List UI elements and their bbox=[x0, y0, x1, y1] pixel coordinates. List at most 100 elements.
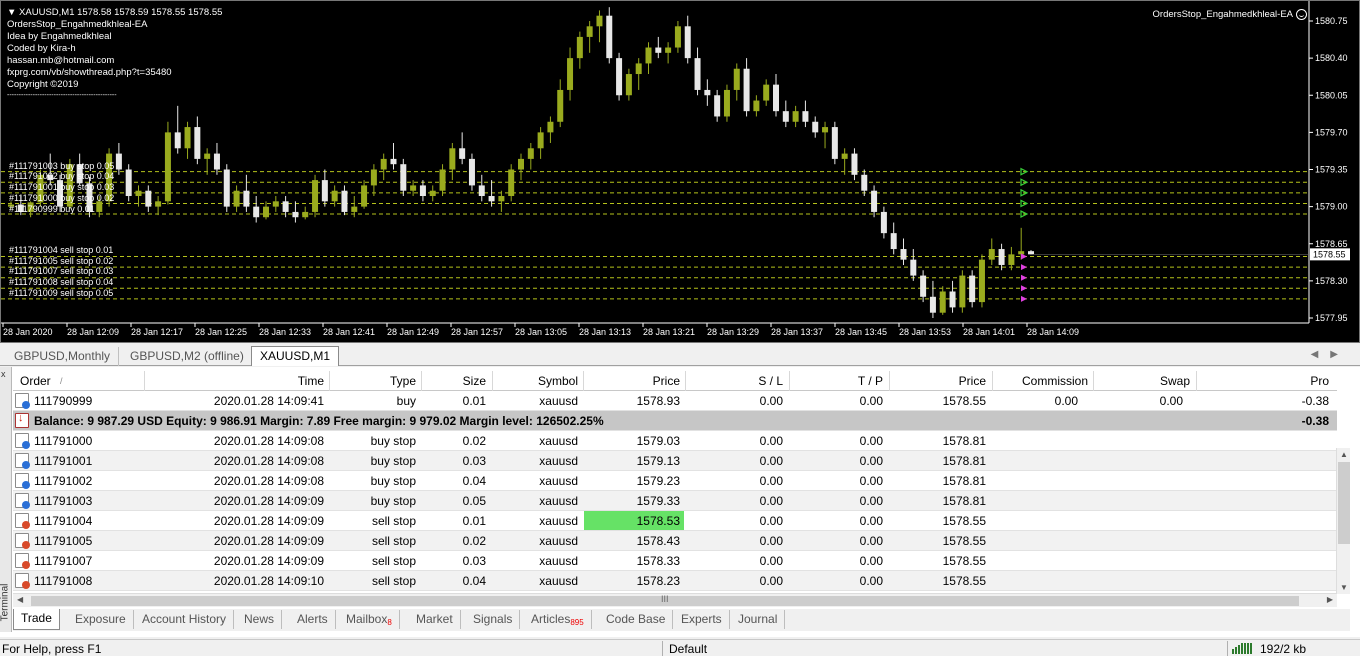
cell-symbol: xauusd bbox=[539, 434, 578, 448]
price-tick-label: 1579.70 bbox=[1315, 127, 1348, 137]
col-time[interactable]: Time bbox=[229, 374, 324, 388]
cell-order: 111791001 bbox=[34, 454, 93, 468]
col-price[interactable]: Price bbox=[593, 374, 680, 388]
cell-time: 2020.01.28 14:09:09 bbox=[213, 534, 324, 548]
tab-mailbox[interactable]: Mailbox8 bbox=[339, 610, 400, 629]
tab-journal[interactable]: Journal bbox=[731, 610, 786, 629]
candle-body bbox=[684, 26, 691, 59]
table-row[interactable]: 111791005 2020.01.28 14:09:09 sell stop 0.0… bbox=[13, 531, 1337, 551]
cell-take-profit: 0.00 bbox=[859, 394, 883, 408]
candle-body bbox=[478, 185, 485, 197]
candle-body bbox=[773, 84, 779, 112]
col-take-profit[interactable]: T / P bbox=[803, 374, 883, 388]
scroll-left-icon[interactable]: ◀ bbox=[17, 595, 23, 604]
candle-body bbox=[988, 249, 995, 260]
tab-trade[interactable]: Trade bbox=[13, 609, 60, 630]
cell-stop-loss: 0.00 bbox=[759, 514, 783, 528]
col-type[interactable]: Type bbox=[343, 374, 416, 388]
cell-size: 0.02 bbox=[462, 434, 486, 448]
tab-scroll-left-icon[interactable]: ◀ bbox=[1311, 349, 1331, 360]
close-icon[interactable]: x bbox=[1, 369, 6, 379]
cell-symbol: xauusd bbox=[539, 574, 578, 588]
tab-market[interactable]: Market bbox=[409, 610, 461, 629]
table-row[interactable]: 111791008 2020.01.28 14:09:10 sell stop 0.0… bbox=[13, 571, 1337, 591]
buy-stop-label: #111791003 buy stop 0.05 bbox=[9, 161, 115, 171]
candle-body bbox=[802, 111, 809, 122]
col-size[interactable]: Size bbox=[433, 374, 486, 388]
candle-body bbox=[400, 164, 407, 191]
cell-symbol: xauusd bbox=[539, 534, 578, 548]
candle-body bbox=[792, 111, 799, 122]
sell-stop-label: #111791005 sell stop 0.02 bbox=[9, 256, 114, 266]
col-symbol[interactable]: Symbol bbox=[503, 374, 578, 388]
table-row[interactable]: 111791002 2020.01.28 14:09:08 buy stop 0.04… bbox=[13, 471, 1337, 491]
expert-advisor-indicator[interactable]: OrdersStop_Engahmedkhleal-EA bbox=[1153, 9, 1307, 20]
chart-tab-xauusd-m1[interactable]: XAUUSD,M1 bbox=[251, 346, 340, 366]
tab-exposure[interactable]: Exposure bbox=[68, 610, 134, 629]
scroll-down-icon[interactable]: ▼ bbox=[1340, 583, 1348, 592]
tab-account-history[interactable]: Account History bbox=[135, 610, 235, 629]
col-swap[interactable]: Swap bbox=[1103, 374, 1190, 388]
tab-code-base[interactable]: Code Base bbox=[599, 610, 674, 629]
col-current-price[interactable]: Price bbox=[903, 374, 986, 388]
cell-order: 111791008 bbox=[34, 574, 93, 588]
col-profit[interactable]: Pro bbox=[1293, 374, 1329, 388]
cell-size: 0.01 bbox=[462, 514, 486, 528]
candle-body bbox=[115, 153, 122, 170]
status-profile[interactable]: Default bbox=[669, 642, 707, 656]
tab-scroll-arrows[interactable]: ◀▶ bbox=[1311, 349, 1350, 360]
table-row[interactable]: 111791001 2020.01.28 14:09:08 buy stop 0.03… bbox=[13, 451, 1337, 471]
candle-body bbox=[361, 185, 368, 207]
cell-price: 1578.43 bbox=[636, 534, 680, 548]
chart-tab-gbpusd-monthly[interactable]: GBPUSD,Monthly bbox=[6, 347, 120, 366]
sell-marker-icon bbox=[1021, 295, 1027, 302]
candle-body bbox=[822, 127, 829, 133]
ea-info-line: Idea by Engahmedkhleal bbox=[7, 31, 112, 42]
tab-news[interactable]: News bbox=[237, 610, 283, 629]
col-commission[interactable]: Commission bbox=[1003, 374, 1088, 388]
scroll-right-icon[interactable]: ▶ bbox=[1327, 595, 1333, 604]
cell-time: 2020.01.28 14:09:41 bbox=[213, 394, 324, 408]
cell-stop-loss: 0.00 bbox=[759, 554, 783, 568]
table-row-open-position[interactable]: 111790999 2020.01.28 14:09:41 buy 0.01 x… bbox=[13, 391, 1337, 411]
ea-name: OrdersStop_Engahmedkhleal-EA bbox=[1152, 9, 1293, 20]
chart-tab-gbpusd-m2[interactable]: GBPUSD,M2 (offline) bbox=[122, 347, 253, 366]
table-row[interactable]: 111791000 2020.01.28 14:09:08 buy stop 0.02… bbox=[13, 431, 1337, 451]
buy-stop-label: #111791002 buy stop 0.04 bbox=[9, 171, 115, 181]
vertical-scrollbar[interactable]: ▲ ▼ bbox=[1336, 448, 1350, 594]
sell-marker-icon bbox=[1021, 264, 1027, 271]
cell-swap: 0.00 bbox=[1159, 394, 1183, 408]
sell-marker-icon bbox=[1021, 285, 1027, 292]
tab-alerts[interactable]: Alerts bbox=[290, 610, 336, 629]
total-profit: -0.38 bbox=[1301, 414, 1329, 428]
cell-take-profit: 0.00 bbox=[859, 574, 883, 588]
cell-type: buy stop bbox=[370, 454, 416, 468]
col-stop-loss[interactable]: S / L bbox=[703, 374, 783, 388]
scroll-up-icon[interactable]: ▲ bbox=[1340, 450, 1348, 459]
candle-body bbox=[527, 148, 534, 159]
cell-type: buy stop bbox=[370, 434, 416, 448]
cell-stop-loss: 0.00 bbox=[759, 454, 783, 468]
tab-experts[interactable]: Experts bbox=[674, 610, 730, 629]
candle-body bbox=[459, 148, 466, 159]
table-row[interactable]: 111791007 2020.01.28 14:09:09 sell stop 0.0… bbox=[13, 551, 1337, 571]
price-chart[interactable]: 1580.75 1580.40 1580.05 1579.70 1579.35 1579.… bbox=[0, 0, 1360, 343]
candle-body bbox=[547, 121, 554, 133]
scroll-thumb[interactable] bbox=[1338, 462, 1350, 544]
ea-info-line: fxprg.com/vb/showthread.php?t=35480 bbox=[7, 67, 172, 78]
table-header: Order / Time Type Size Symbol Price S / … bbox=[13, 371, 1337, 391]
candle-body bbox=[253, 206, 260, 218]
buy-stop-order-icon bbox=[15, 453, 30, 469]
tab-scroll-right-icon[interactable]: ▶ bbox=[1330, 349, 1350, 360]
table-row[interactable]: 111791004 2020.01.28 14:09:09 sell stop 0.0… bbox=[13, 511, 1337, 531]
sell-stop-label: #111791004 sell stop 0.01 bbox=[9, 245, 114, 255]
horizontal-scrollbar[interactable]: ◀ III ▶ bbox=[13, 593, 1337, 607]
col-order[interactable]: Order bbox=[20, 374, 51, 388]
tab-articles[interactable]: Articles895 bbox=[524, 610, 592, 629]
chart-menu-triangle-icon[interactable]: ▼ bbox=[7, 7, 16, 18]
tab-signals[interactable]: Signals bbox=[466, 610, 521, 629]
price-tick-label: 1577.95 bbox=[1315, 313, 1348, 323]
tab-badge: 8 bbox=[387, 618, 392, 627]
table-row[interactable]: 111791003 2020.01.28 14:09:09 buy stop 0.05… bbox=[13, 491, 1337, 511]
price-tick-label: 1580.40 bbox=[1315, 53, 1348, 63]
